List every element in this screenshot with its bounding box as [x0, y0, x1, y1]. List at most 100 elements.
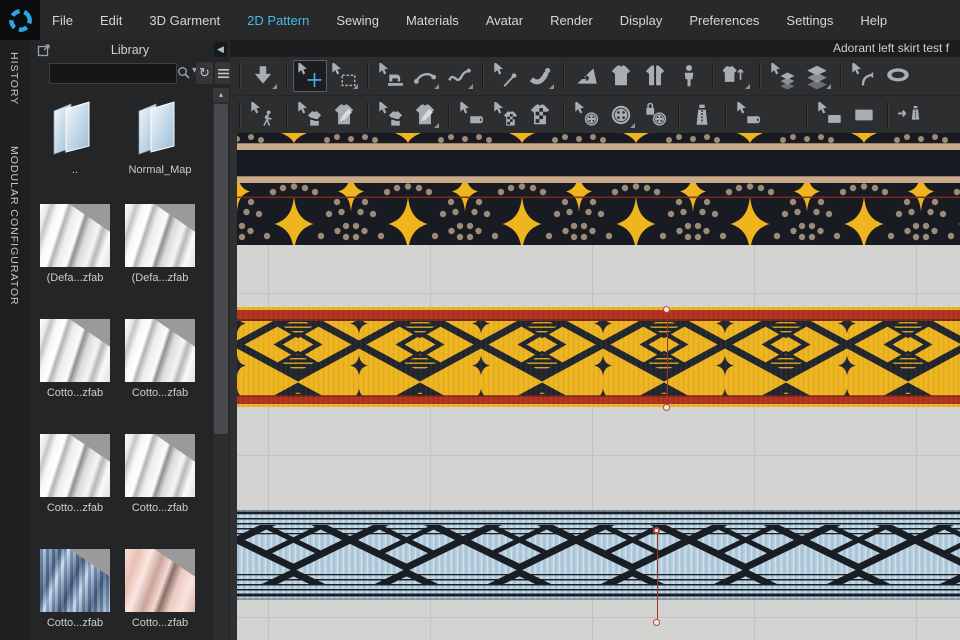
- menu-2d-pattern[interactable]: 2D Pattern: [247, 13, 309, 28]
- menu-bar: File Edit 3D Garment 2D Pattern Sewing Materi…: [0, 0, 960, 41]
- tool-zipper[interactable]: [685, 99, 719, 131]
- toolbar-separator: [840, 63, 841, 89]
- internal-line-point[interactable]: [663, 305, 670, 313]
- trim-sliver: [237, 133, 960, 143]
- menu-3d-garment[interactable]: 3D Garment: [149, 13, 220, 28]
- tool-import-export[interactable]: [246, 60, 280, 92]
- library-item-label: (Defa...zfab: [131, 272, 189, 284]
- app-logo[interactable]: [0, 0, 40, 40]
- tool-flatten-tool[interactable]: [800, 60, 834, 92]
- collapse-arrow-icon[interactable]: ◀: [214, 42, 227, 57]
- scroll-up-arrow-icon[interactable]: ▴: [213, 88, 229, 102]
- tool-edit-pattern-marquee[interactable]: [327, 60, 361, 92]
- pattern-piece-top-trim[interactable]: [237, 133, 960, 245]
- menu-materials[interactable]: Materials: [406, 13, 459, 28]
- tool-avatar-arrangement[interactable]: [672, 60, 706, 92]
- refresh-icon[interactable]: ↻: [196, 62, 213, 84]
- toolbar-separator: [725, 102, 726, 128]
- library-title: Library: [110, 43, 150, 57]
- menu-settings[interactable]: Settings: [786, 13, 833, 28]
- tool-pin-tool[interactable]: [489, 60, 523, 92]
- library-item-label: Cotto...zfab: [46, 387, 104, 399]
- internal-line-point[interactable]: [653, 526, 660, 534]
- flatten-tool-icon: [804, 63, 830, 89]
- library-item-label: ..: [71, 164, 79, 176]
- library-scrollbar[interactable]: ▴: [213, 88, 229, 640]
- menu-avatar[interactable]: Avatar: [486, 13, 523, 28]
- toolbar-separator: [759, 63, 760, 89]
- tool-split-panel[interactable]: [638, 60, 672, 92]
- toolbar-separator: [806, 102, 807, 128]
- internal-line-point[interactable]: [653, 618, 660, 626]
- internal-line-point[interactable]: [663, 403, 670, 411]
- scrollbar-thumb[interactable]: [214, 104, 228, 434]
- fabric-thumbnail[interactable]: [40, 434, 110, 497]
- toolbar-separator: [482, 63, 483, 89]
- tool-edit-seam[interactable]: [327, 99, 361, 131]
- tool-edit-texture[interactable]: [455, 99, 489, 131]
- tool-select-button[interactable]: [570, 99, 604, 131]
- internal-line[interactable]: [666, 309, 668, 407]
- tool-segment-sewing[interactable]: [408, 60, 442, 92]
- attach-button-icon: [608, 102, 634, 128]
- fabric-thumbnail[interactable]: [40, 319, 110, 382]
- tool-grading[interactable]: [847, 99, 881, 131]
- search-icon[interactable]: [177, 66, 190, 84]
- tool-attach-trim[interactable]: [766, 99, 800, 131]
- menu-edit[interactable]: Edit: [100, 13, 122, 28]
- tan-strip: [237, 143, 960, 150]
- toolbar-separator: [448, 102, 449, 128]
- tool-zipper-clipped[interactable]: [894, 99, 928, 131]
- fabric-thumbnail[interactable]: [125, 434, 195, 497]
- tool-edit-sewing[interactable]: [293, 99, 327, 131]
- tool-unfold-tool[interactable]: [570, 60, 604, 92]
- menu-preferences[interactable]: Preferences: [689, 13, 759, 28]
- free-sewing-icon: [446, 63, 472, 89]
- tool-arrange-panels[interactable]: [604, 60, 638, 92]
- tool-adjust-pattern[interactable]: [489, 99, 523, 131]
- internal-line[interactable]: [656, 530, 658, 622]
- tool-pattern-print[interactable]: [523, 99, 557, 131]
- tab-history[interactable]: HISTORY: [8, 52, 20, 105]
- 2d-pattern-canvas[interactable]: [237, 133, 960, 640]
- tool-free-sewing[interactable]: [442, 60, 476, 92]
- toolbar-separator: [286, 63, 287, 89]
- library-item-label: Cotto...zfab: [46, 502, 104, 514]
- tool-edit-grading[interactable]: [813, 99, 847, 131]
- library-header: Library ◀: [30, 40, 230, 60]
- tool-reset-2d-arrangement[interactable]: [719, 60, 753, 92]
- tool-flatten-select[interactable]: [766, 60, 800, 92]
- search-input[interactable]: [49, 63, 177, 84]
- pattern-piece-blue-trim[interactable]: [237, 510, 960, 600]
- library-item-label: Cotto...zfab: [131, 502, 189, 514]
- tool-tape-measure[interactable]: [881, 60, 915, 92]
- tool-seam-taping[interactable]: [408, 99, 442, 131]
- menu-sewing[interactable]: Sewing: [336, 13, 379, 28]
- tool-attach-button[interactable]: [604, 99, 638, 131]
- unfold-tool-icon: [574, 63, 600, 89]
- tack-tool-icon: [527, 63, 553, 89]
- fabric-thumbnail[interactable]: [40, 204, 110, 267]
- tool-walkthrough[interactable]: [246, 99, 280, 131]
- tab-modular-configurator[interactable]: MODULAR CONFIGURATOR: [8, 146, 20, 306]
- tan-strip: [237, 176, 960, 183]
- menu-display[interactable]: Display: [620, 13, 663, 28]
- tool-sewing-machine[interactable]: [374, 60, 408, 92]
- fabric-thumbnail[interactable]: [40, 549, 110, 612]
- fabric-thumbnail[interactable]: [125, 549, 195, 612]
- menu-render[interactable]: Render: [550, 13, 593, 28]
- tool-transform-pattern[interactable]: [293, 60, 327, 92]
- fabric-thumbnail[interactable]: [125, 204, 195, 267]
- menu-help[interactable]: Help: [860, 13, 887, 28]
- toolbar-separator: [563, 63, 564, 89]
- tool-tack-tool[interactable]: [523, 60, 557, 92]
- split-panel-icon: [642, 63, 668, 89]
- tool-attach-buttonhole[interactable]: [638, 99, 672, 131]
- import-export-icon: [250, 63, 276, 89]
- tool-edit-puckering[interactable]: [374, 99, 408, 131]
- tool-edit-trim[interactable]: [732, 99, 766, 131]
- menu-file[interactable]: File: [52, 13, 73, 28]
- tool-edit-measure[interactable]: [847, 60, 881, 92]
- fabric-thumbnail[interactable]: [125, 319, 195, 382]
- pattern-piece-yellow-trim[interactable]: [237, 307, 960, 407]
